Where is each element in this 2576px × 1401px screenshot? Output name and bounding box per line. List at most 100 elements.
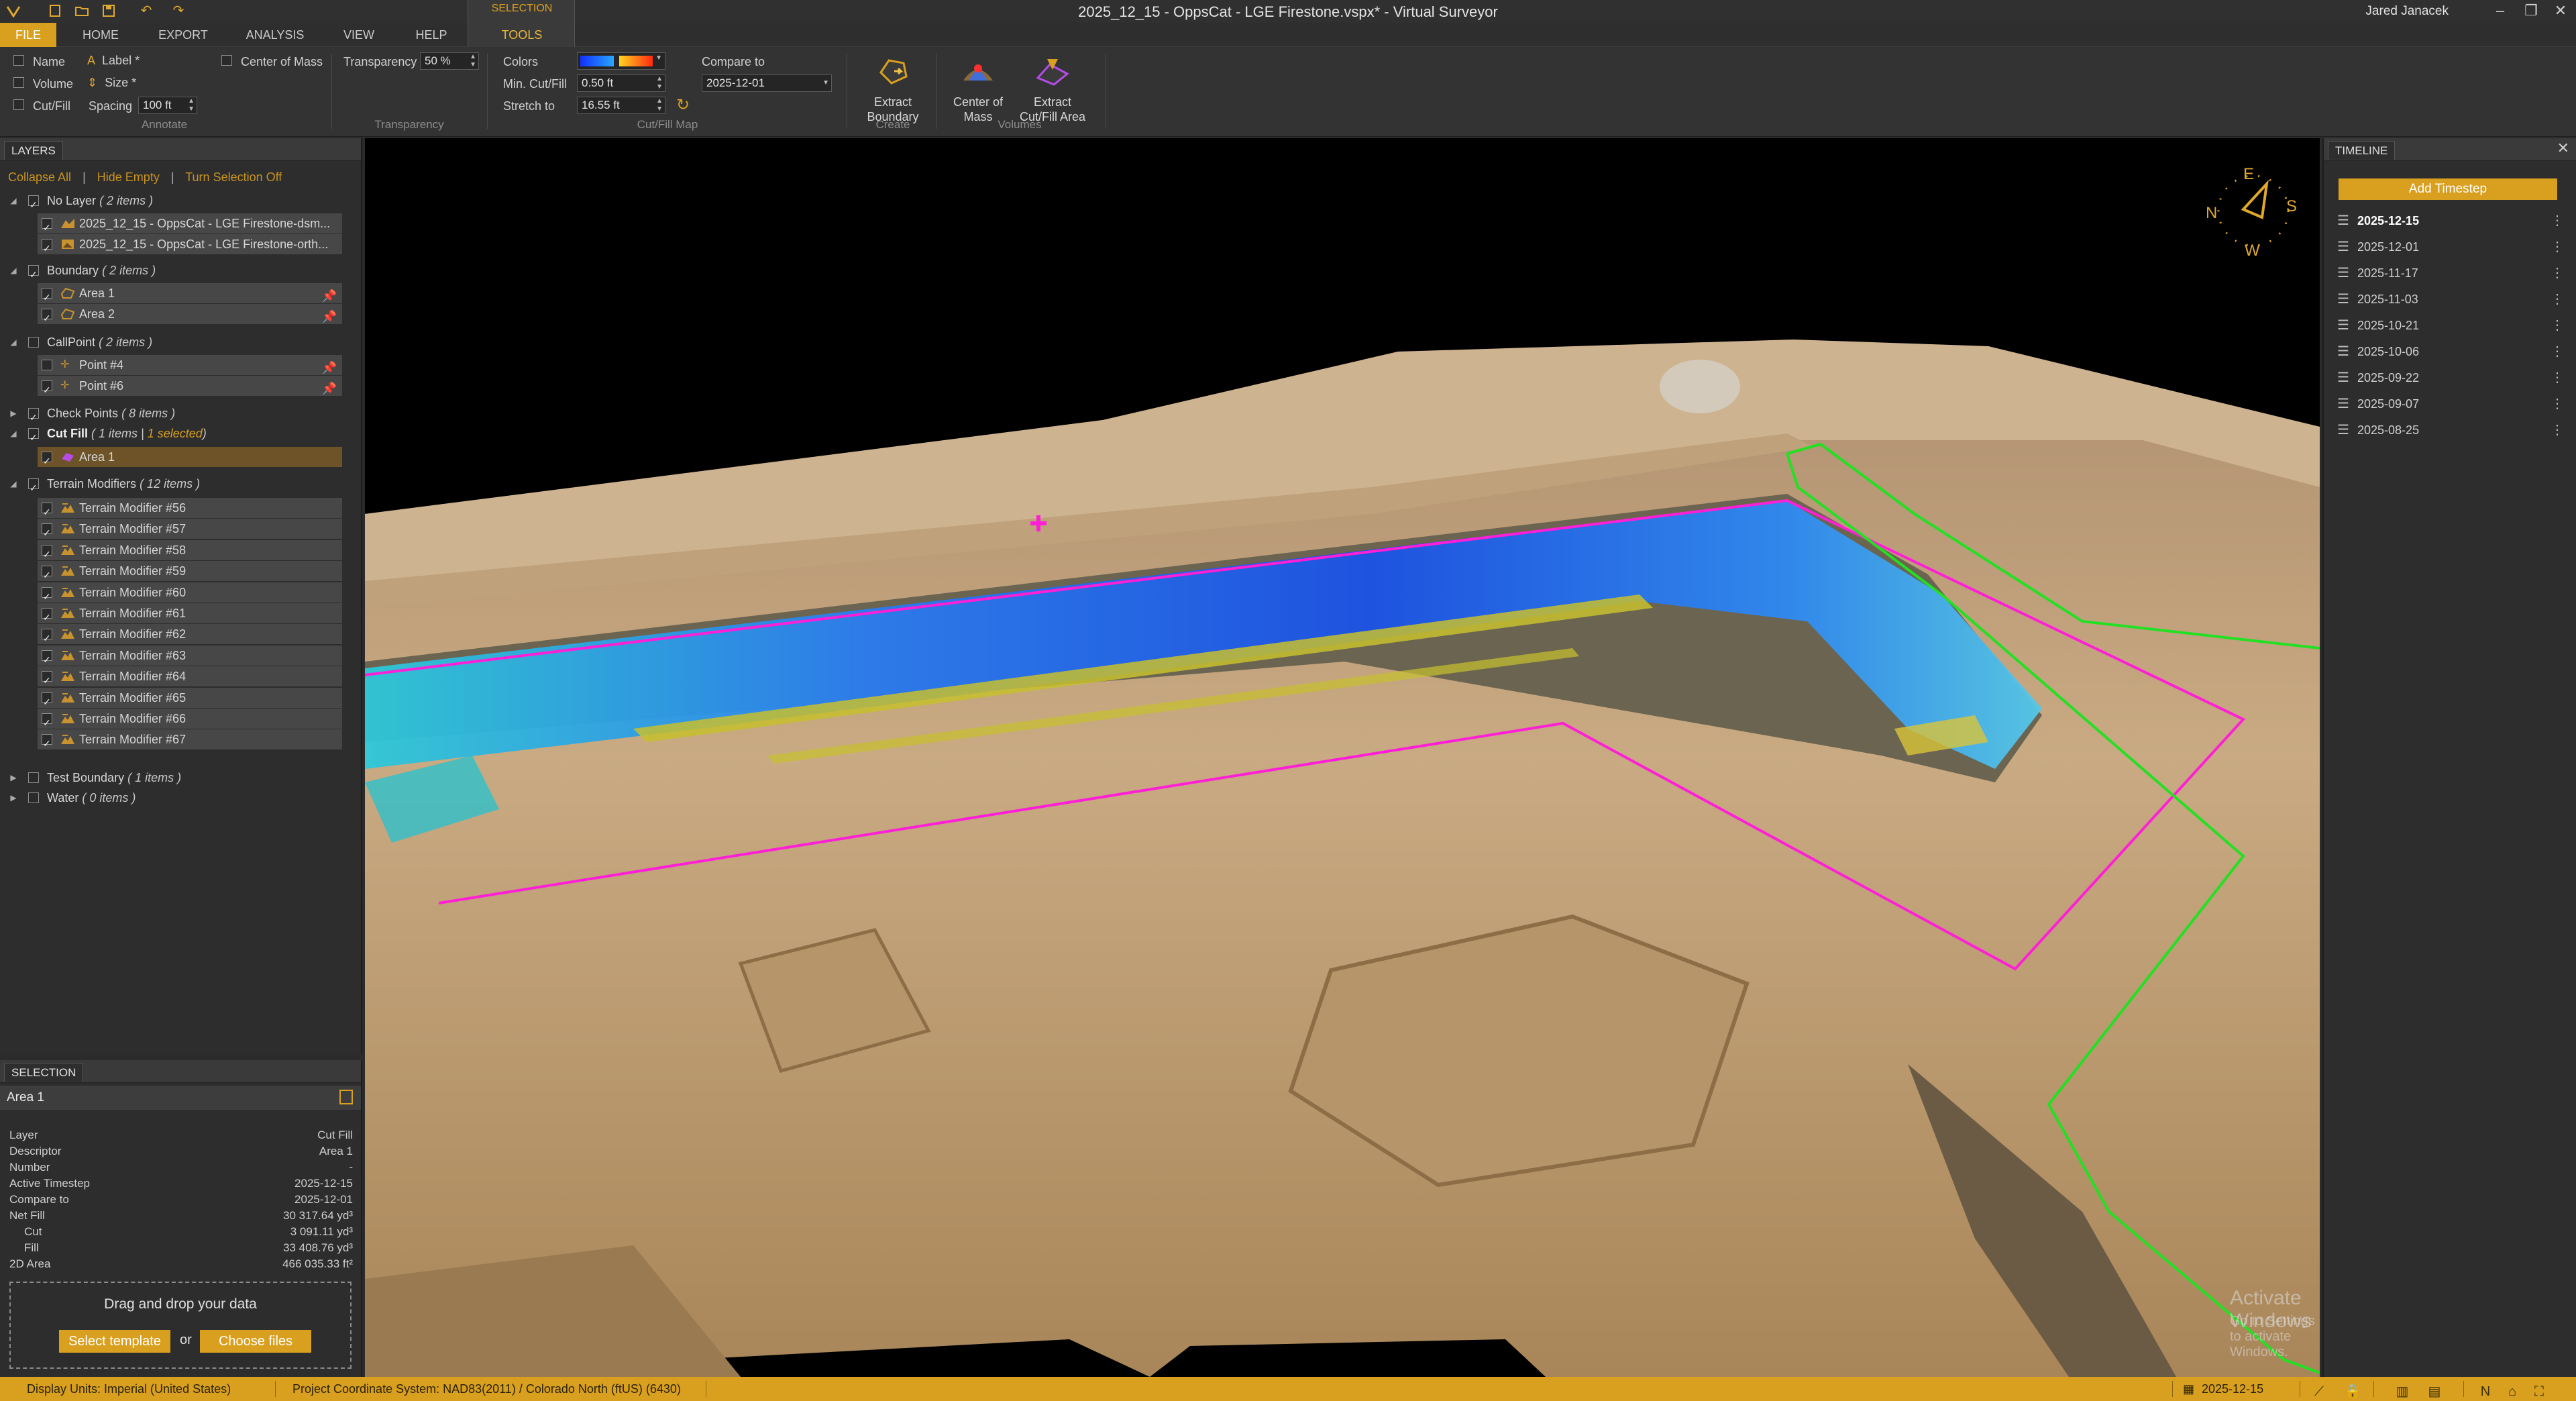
tab-view[interactable]: VIEW	[335, 23, 382, 47]
fullscreen-icon[interactable]: ⛶	[2529, 1380, 2549, 1399]
layer-item[interactable]: Terrain Modifier #61	[38, 603, 342, 623]
layer-item[interactable]: Terrain Modifier #57	[38, 519, 342, 539]
layer-visibility-checkbox[interactable]	[28, 265, 39, 276]
volume-checkbox-row[interactable]: Volume	[13, 77, 73, 91]
choose-files-button[interactable]: Choose files	[200, 1330, 311, 1353]
expand-toggle-icon[interactable]: ◢	[8, 423, 19, 444]
layer-item[interactable]: Terrain Modifier #59	[38, 561, 342, 582]
drag-handle-icon[interactable]: ☰	[2337, 417, 2349, 443]
layer-visibility-checkbox[interactable]	[42, 239, 52, 250]
status-date[interactable]: 2025-12-15	[2202, 1377, 2263, 1401]
name-checkbox-row[interactable]: Name	[13, 55, 65, 69]
north-up-icon[interactable]: N	[2475, 1380, 2496, 1399]
layer-item[interactable]: Area 2 📌	[38, 304, 342, 324]
drag-handle-icon[interactable]: ☰	[2337, 234, 2349, 260]
expand-toggle-icon[interactable]: ▶	[8, 403, 19, 423]
pin-icon[interactable]: 📌	[322, 358, 337, 378]
layer-group-boundary[interactable]: ◢ Boundary ( 2 items )	[0, 260, 362, 280]
more-options-icon[interactable]: ⋮	[2551, 313, 2564, 338]
more-options-icon[interactable]: ⋮	[2551, 391, 2564, 417]
timeline-tab[interactable]: TIMELINE	[2328, 141, 2396, 160]
collapse-all-link[interactable]: Collapse All	[8, 170, 71, 184]
layer-visibility-checkbox[interactable]	[42, 692, 52, 703]
selection-tab[interactable]: SELECTION	[4, 1063, 84, 1082]
center-of-mass-checkbox[interactable]	[221, 55, 232, 66]
terrain-scene[interactable]	[365, 138, 2320, 1377]
minimize-button[interactable]: –	[2489, 1, 2512, 20]
tab-file[interactable]: FILE	[0, 23, 56, 47]
layer-item[interactable]: Area 1 📌	[38, 283, 342, 303]
layer-visibility-checkbox[interactable]	[42, 288, 52, 299]
layer-item[interactable]: Terrain Modifier #60	[38, 582, 342, 603]
timestep-row[interactable]: ☰ 2025-08-25 ⋮	[2336, 417, 2565, 443]
hide-empty-link[interactable]: Hide Empty	[97, 170, 160, 184]
layer-visibility-checkbox[interactable]	[42, 629, 52, 640]
layer-visibility-checkbox[interactable]	[42, 523, 52, 535]
name-checkbox[interactable]	[13, 55, 24, 66]
min-cutfill-input[interactable]: 0.50 ft ▲ ▼	[577, 74, 665, 92]
layer-item[interactable]: ✛ Point #4 📌	[38, 355, 342, 375]
close-icon[interactable]: ✕	[2557, 140, 2569, 157]
layer-group-water[interactable]: ▶ Water ( 0 items )	[0, 788, 362, 808]
layer-group-no-layer[interactable]: ◢ No Layer ( 2 items )	[0, 191, 362, 211]
layer-visibility-checkbox[interactable]	[42, 360, 52, 370]
layer-visibility-checkbox[interactable]	[42, 650, 52, 661]
timestep-row[interactable]: ☰ 2025-10-21 ⋮	[2336, 313, 2565, 338]
layer-visibility-checkbox[interactable]	[28, 792, 39, 803]
layer-visibility-checkbox[interactable]	[42, 218, 52, 229]
tab-home[interactable]: HOME	[74, 23, 127, 47]
timestep-row[interactable]: ☰ 2025-11-17 ⋮	[2336, 260, 2565, 286]
drag-handle-icon[interactable]: ☰	[2337, 260, 2349, 286]
layer-item-selected[interactable]: Area 1	[38, 447, 342, 467]
drag-handle-icon[interactable]: ☰	[2337, 391, 2349, 417]
view-mode-icon[interactable]: ▥	[2392, 1380, 2412, 1399]
timestep-row[interactable]: ☰ 2025-09-07 ⋮	[2336, 391, 2565, 417]
extract-boundary-button[interactable]: Extract Boundary	[856, 54, 930, 124]
user-name[interactable]: Jared Janacek	[2365, 4, 2449, 19]
layer-group-cut-fill[interactable]: ◢ Cut Fill ( 1 items | 1 selected)	[0, 423, 362, 444]
spacing-input[interactable]: 100 ft ▲ ▼	[138, 97, 197, 114]
layer-visibility-checkbox[interactable]	[42, 671, 52, 682]
layer-item[interactable]: Terrain Modifier #58	[38, 539, 342, 560]
timestep-row[interactable]: ☰ 2025-11-03 ⋮	[2336, 287, 2565, 312]
more-options-icon[interactable]: ⋮	[2551, 417, 2564, 443]
more-options-icon[interactable]: ⋮	[2551, 339, 2564, 364]
center-of-mass-checkbox-row[interactable]: Center of Mass	[221, 55, 323, 69]
layer-visibility-checkbox[interactable]	[42, 734, 52, 745]
tab-analysis[interactable]: ANALYSIS	[241, 23, 309, 47]
add-timestep-button[interactable]: Add Timestep	[2339, 178, 2557, 200]
layer-item[interactable]: Terrain Modifier #66	[38, 709, 342, 729]
label-dropdown[interactable]: A Label *	[87, 54, 140, 68]
cutfill-checkbox[interactable]	[13, 99, 24, 110]
size-dropdown[interactable]: ⇕ Size *	[87, 76, 136, 90]
layer-visibility-checkbox[interactable]	[42, 608, 52, 619]
layer-item[interactable]: Terrain Modifier #67	[38, 729, 342, 750]
layer-group-callpoint[interactable]: ◢ CallPoint ( 2 items )	[0, 332, 362, 352]
drag-handle-icon[interactable]: ☰	[2337, 313, 2349, 338]
more-options-icon[interactable]: ⋮	[2551, 260, 2564, 286]
layer-group-terrain-modifiers[interactable]: ◢ Terrain Modifiers ( 12 items )	[0, 474, 362, 494]
cutfill-checkbox-row[interactable]: Cut/Fill	[13, 99, 70, 113]
coordinate-system[interactable]: Project Coordinate System: NAD83(2011) /…	[292, 1377, 681, 1401]
timestep-row[interactable]: ☰ 2025-09-22 ⋮	[2336, 365, 2565, 391]
drag-handle-icon[interactable]: ☰	[2337, 287, 2349, 312]
refresh-icon[interactable]: ↻	[676, 95, 690, 115]
layer-visibility-checkbox[interactable]	[42, 566, 52, 577]
layer-item[interactable]: Terrain Modifier #63	[38, 645, 342, 666]
layer-item[interactable]: ✛ Point #6 📌	[38, 376, 342, 396]
3d-viewport[interactable]: N E S W Activate Windows Go to Settings …	[365, 138, 2320, 1377]
layer-visibility-checkbox[interactable]	[42, 713, 52, 724]
layer-group-check-points[interactable]: ▶ Check Points ( 8 items )	[0, 403, 362, 423]
layer-visibility-checkbox[interactable]	[28, 772, 39, 783]
layer-visibility-checkbox[interactable]	[28, 428, 39, 439]
layer-visibility-checkbox[interactable]	[42, 380, 52, 391]
layer-visibility-checkbox[interactable]	[42, 503, 52, 513]
layer-visibility-checkbox[interactable]	[42, 586, 52, 598]
pin-icon[interactable]: 📌	[322, 286, 337, 306]
close-button[interactable]: ✕	[2549, 1, 2572, 20]
lock-icon[interactable]: 🔒	[2343, 1380, 2363, 1399]
layer-visibility-checkbox[interactable]	[42, 452, 52, 462]
expand-toggle-icon[interactable]: ◢	[8, 260, 19, 280]
compass-widget[interactable]: N E S W	[2203, 157, 2304, 260]
layer-visibility-checkbox[interactable]	[28, 337, 39, 348]
